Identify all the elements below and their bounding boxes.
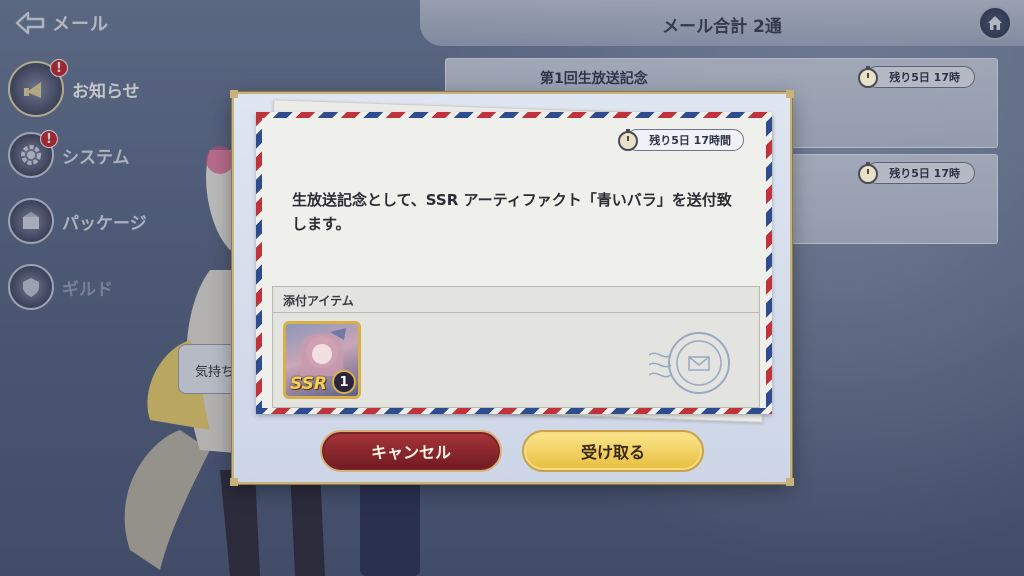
mail-detail-modal: 残り5日 17時間 生放送記念として、SSR アーティファクト「青いバラ」を送付… — [230, 90, 794, 486]
stopwatch-icon — [858, 162, 879, 184]
cancel-button[interactable]: キャンセル — [320, 430, 502, 472]
post-stamp-icon — [649, 332, 730, 394]
frame-corner — [230, 90, 238, 98]
attachment-box: 添付アイテム SSR 1 — [272, 286, 760, 408]
attachment-header: 添付アイテム — [273, 287, 759, 313]
letter: 残り5日 17時間 生放送記念として、SSR アーティファクト「青いバラ」を送付… — [256, 112, 772, 414]
stopwatch-icon — [618, 129, 639, 151]
attachment-item[interactable]: SSR 1 — [283, 321, 361, 399]
frame-corner — [230, 478, 238, 486]
item-rarity: SSR — [290, 374, 327, 394]
item-count: 1 — [332, 370, 356, 394]
receive-button[interactable]: 受け取る — [522, 430, 704, 472]
letter-message: 生放送記念として、SSR アーティファクト「青いバラ」を送付致します。 — [292, 191, 732, 233]
stopwatch-icon — [858, 66, 879, 88]
timer-text: 残り5日 17時間 — [626, 129, 744, 151]
frame-corner — [786, 90, 794, 98]
letter-timer: 残り5日 17時間 — [616, 128, 744, 152]
frame-corner — [786, 478, 794, 486]
